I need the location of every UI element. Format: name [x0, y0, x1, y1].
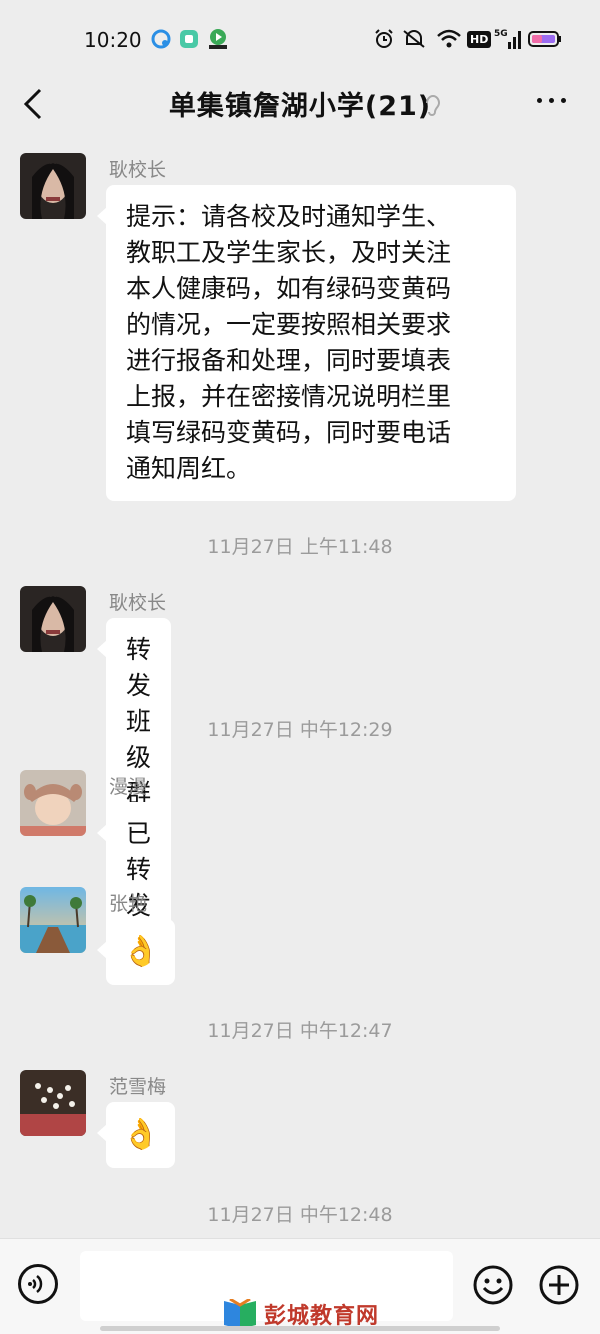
- sender-name: 耿校长: [109, 159, 167, 181]
- ear-icon: [423, 91, 443, 121]
- timestamp: 11月27日 中午12:48: [207, 1204, 393, 1226]
- avatar[interactable]: [20, 887, 86, 953]
- more-icon[interactable]: [537, 98, 566, 103]
- emoji-icon[interactable]: [472, 1264, 514, 1306]
- message-line: 教职工及学生家长，及时关注: [126, 238, 452, 267]
- sender-name: 范雪梅: [109, 1076, 167, 1098]
- avatar[interactable]: [20, 1070, 86, 1136]
- avatar[interactable]: [20, 770, 86, 836]
- message-bubble[interactable]: 已转发: [96, 802, 172, 938]
- wifi-icon: [436, 28, 462, 50]
- message-bubble[interactable]: 提示：请各校及时通知学生、 教职工及学生家长，及时关注 本人健康码，如有绿码变黄…: [97, 185, 516, 501]
- voice-icon[interactable]: [18, 1264, 58, 1304]
- sender-name: 耿校长: [109, 592, 167, 614]
- qq-icon: [150, 28, 172, 50]
- alarm-icon: [373, 28, 395, 50]
- status-bar: 10:20 HD 5G: [0, 0, 600, 80]
- chat-header: 单集镇詹湖小学(21): [0, 80, 600, 130]
- message-line: 通知周红。: [126, 454, 252, 483]
- ok-hand-icon: 👌: [122, 934, 160, 969]
- timestamp: 11月27日 中午12:29: [207, 719, 393, 741]
- battery-icon: [528, 28, 562, 50]
- message-line: 提示：请各校及时通知学生、: [126, 202, 452, 231]
- message-line: 本人健康码，如有绿码变黄码: [126, 274, 452, 303]
- message-bubble[interactable]: 👌: [96, 919, 176, 985]
- status-time: 10:20: [84, 28, 142, 52]
- svg-text:5G: 5G: [494, 29, 508, 39]
- video-app-icon: [206, 28, 230, 50]
- timestamp: 11月27日 上午11:48: [207, 536, 393, 558]
- ok-hand-icon: 👌: [122, 1117, 160, 1152]
- message-line: 上报，并在密接情况说明栏里: [126, 382, 452, 411]
- sender-name: 漫漫: [109, 776, 148, 798]
- message-line: 的情况，一定要按照相关要求: [126, 310, 452, 339]
- avatar[interactable]: [20, 586, 86, 652]
- home-indicator: [100, 1326, 500, 1331]
- message-line: 进行报备和处理，同时要填表: [126, 346, 452, 375]
- signal-5g-icon: 5G: [494, 28, 522, 50]
- mute-icon: [401, 28, 427, 50]
- avatar[interactable]: [20, 153, 86, 219]
- sender-name: 张艳: [109, 893, 148, 915]
- app-icon: [178, 28, 200, 50]
- plus-icon[interactable]: [538, 1264, 580, 1306]
- page-title: 单集镇詹湖小学(21): [168, 91, 432, 122]
- message-line: 填写绿码变黄码，同时要电话: [126, 418, 452, 447]
- timestamp: 11月27日 中午12:47: [207, 1020, 393, 1042]
- message-bubble[interactable]: 👌: [96, 1102, 176, 1168]
- book-logo-icon: [224, 1299, 256, 1329]
- hd-icon: HD: [467, 28, 492, 50]
